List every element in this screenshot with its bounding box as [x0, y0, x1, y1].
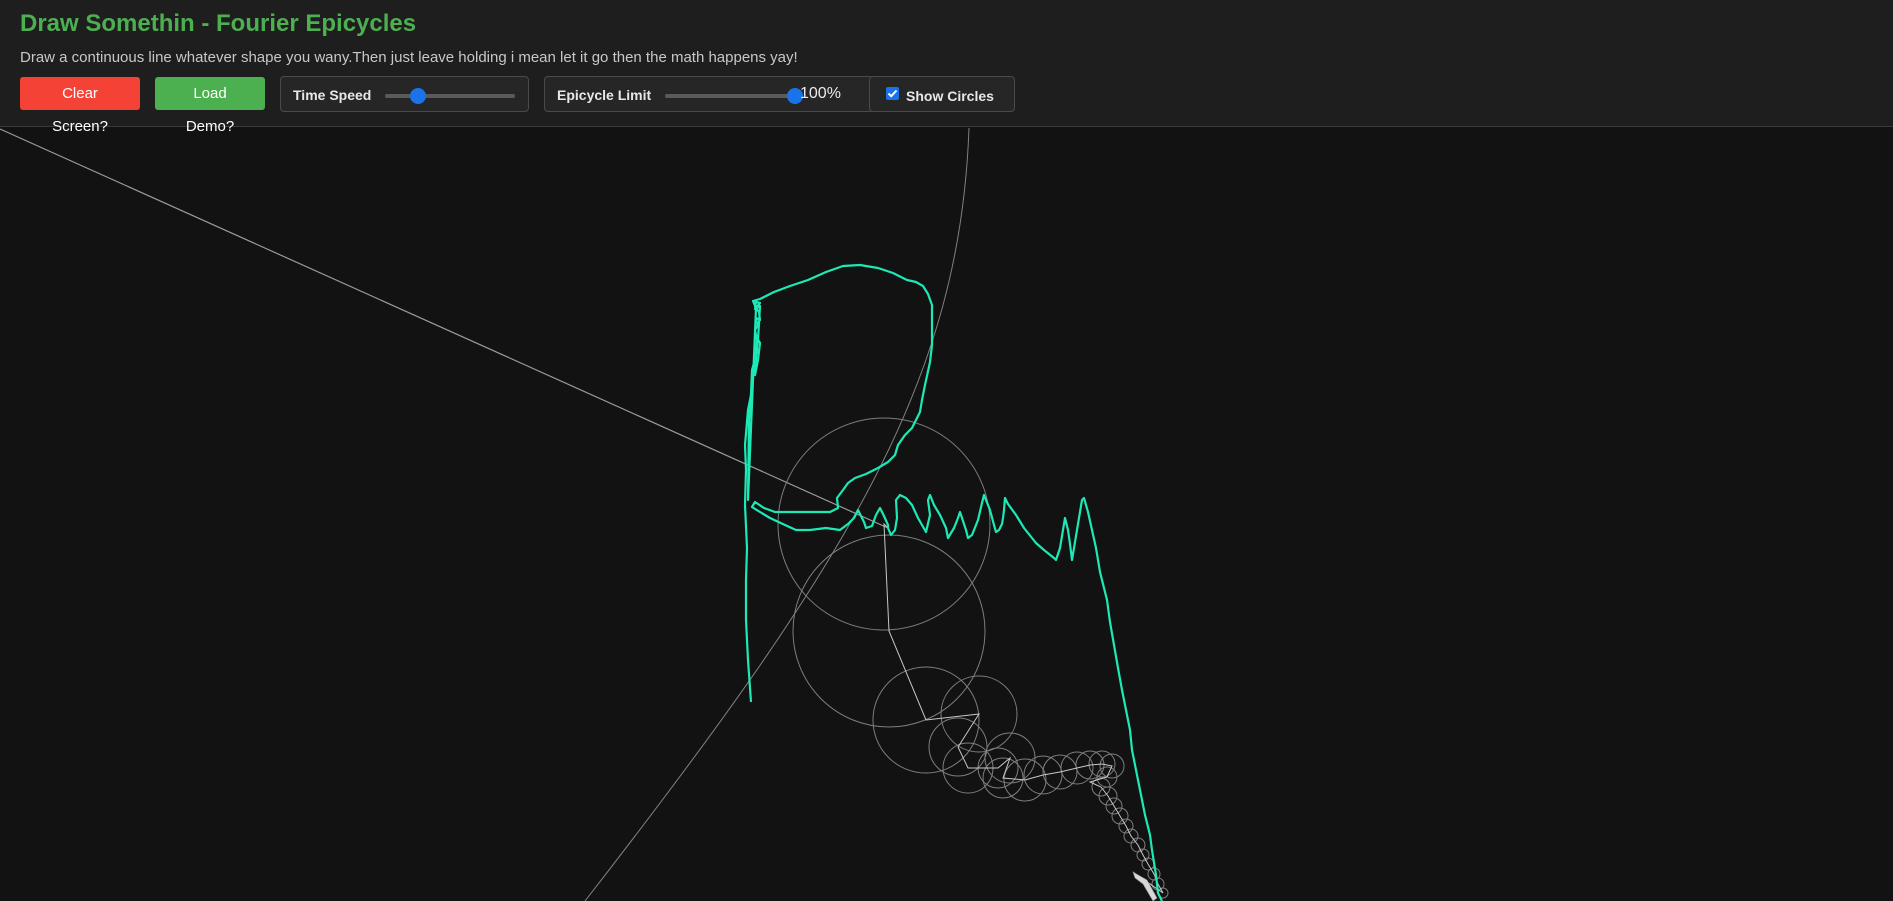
epicycle-limit-slider[interactable] [665, 88, 803, 104]
show-circles-label: Show Circles [906, 88, 994, 104]
time-speed-slider[interactable] [385, 88, 515, 104]
time-speed-slider-thumb[interactable] [409, 88, 426, 104]
checkmark-icon [887, 89, 898, 98]
drawing-canvas[interactable] [0, 128, 1893, 901]
epicycle-arms [883, 522, 1164, 894]
time-speed-control: Time Speed [280, 76, 529, 112]
epicycle-limit-value: 100% [800, 85, 841, 102]
toolbar-header: Draw Somethin - Fourier Epicycles Draw a… [0, 0, 1893, 135]
instructions-text: Draw a continuous line whatever shape yo… [20, 49, 798, 66]
show-circles-checkbox[interactable] [886, 87, 899, 100]
epicycle-circles [777, 417, 1169, 899]
time-speed-label: Time Speed [293, 87, 372, 103]
epicycle-limit-control: Epicycle Limit 100% [544, 76, 874, 112]
load-demo-button[interactable]: Load Demo? [155, 77, 265, 135]
clear-screen-button[interactable]: Clear Screen? [20, 77, 140, 135]
epicycle-circle-large [584, 128, 970, 901]
app-title: Draw Somethin - Fourier Epicycles [20, 10, 417, 37]
show-circles-control: Show Circles [869, 76, 1015, 112]
epicycle-limit-label: Epicycle Limit [557, 87, 652, 103]
traced-path [743, 263, 1163, 901]
